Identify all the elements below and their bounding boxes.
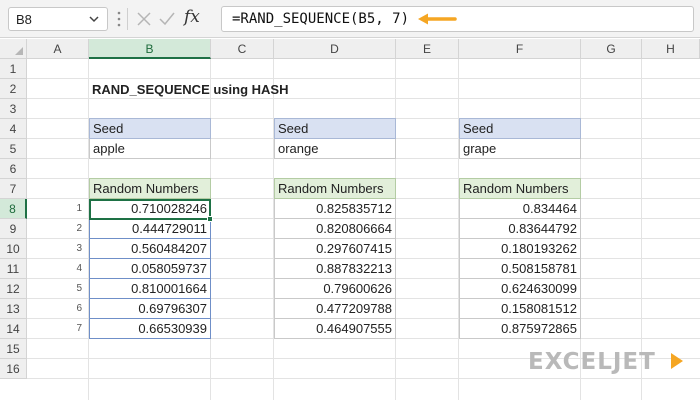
logo-text: EXCELJET [528,349,656,375]
row-header-9[interactable]: 9 [0,219,27,239]
row-header-16[interactable]: 16 [0,359,27,379]
random-number-cell[interactable]: 0.810001664 [89,279,211,299]
select-all-triangle-icon [15,47,23,55]
column-header-d[interactable]: D [274,39,396,59]
random-number-cell[interactable]: 0.83644792 [459,219,581,239]
random-number-cell[interactable]: 0.297607415 [274,239,396,259]
sheet-title[interactable]: RAND_SEQUENCE using HASH [92,80,288,100]
random-number-cell[interactable]: 0.887832213 [274,259,396,279]
seed-value-cell[interactable]: apple [89,139,211,159]
row-header-15[interactable]: 15 [0,339,27,359]
sequence-index-label: 1 [76,203,82,214]
row-header-7[interactable]: 7 [0,179,27,199]
more-options-icon[interactable] [117,10,121,28]
insert-function-button[interactable]: fx [184,7,210,29]
row-header-11[interactable]: 11 [0,259,27,279]
random-number-cell[interactable]: 0.477209788 [274,299,396,319]
exceljet-logo: EXCELJET [528,347,688,377]
formula-bar-divider [127,8,128,30]
seed-value-cell[interactable]: grape [459,139,581,159]
random-number-cell[interactable]: 0.834464 [459,199,581,219]
random-number-cell[interactable]: 0.820806664 [274,219,396,239]
random-number-cell[interactable]: 0.69796307 [89,299,211,319]
row-header-8[interactable]: 8 [0,199,27,219]
sequence-index-label: 7 [76,323,82,334]
row-header-13[interactable]: 13 [0,299,27,319]
row-header-6[interactable]: 6 [0,159,27,179]
sequence-index-label: 6 [76,303,82,314]
column-header-e[interactable]: E [396,39,459,59]
random-numbers-header-cell[interactable]: Random Numbers [459,178,581,199]
sequence-index-label: 5 [76,283,82,294]
random-number-cell[interactable]: 0.710028246 [89,199,211,219]
sequence-index-label: 4 [76,263,82,274]
random-number-cell[interactable]: 0.464907555 [274,319,396,339]
random-number-cell[interactable]: 0.560484207 [89,239,211,259]
row-header-10[interactable]: 10 [0,239,27,259]
random-number-cell[interactable]: 0.158081512 [459,299,581,319]
gridline-horizontal [27,378,700,379]
seed-header-cell[interactable]: Seed [274,118,396,139]
row-header-4[interactable]: 4 [0,119,27,139]
sequence-index-label: 2 [76,223,82,234]
row-header-2[interactable]: 2 [0,79,27,99]
column-header-h[interactable]: H [642,39,700,59]
seed-header-cell[interactable]: Seed [459,118,581,139]
column-header-c[interactable]: C [211,39,274,59]
gridline-horizontal [27,78,700,79]
random-number-cell[interactable]: 0.79600626 [274,279,396,299]
random-number-cell[interactable]: 0.508158781 [459,259,581,279]
random-numbers-header-cell[interactable]: Random Numbers [274,178,396,199]
random-number-cell[interactable]: 0.444729011 [89,219,211,239]
random-number-cell[interactable]: 0.825835712 [274,199,396,219]
random-numbers-header-cell[interactable]: Random Numbers [89,178,211,199]
column-header-f[interactable]: F [459,39,581,59]
cancel-icon[interactable] [136,11,152,27]
seed-value-cell[interactable]: orange [274,139,396,159]
row-header-12[interactable]: 12 [0,279,27,299]
random-number-cell[interactable]: 0.624630099 [459,279,581,299]
random-number-cell[interactable]: 0.058059737 [89,259,211,279]
chevron-down-icon[interactable] [87,12,101,26]
random-number-cell[interactable]: 0.66530939 [89,319,211,339]
arrow-left-icon [418,13,457,25]
formula-input[interactable]: =RAND_SEQUENCE(B5, 7) [221,6,694,32]
formula-bar: B8 fx =RAND_SEQUENCE(B5, 7) [0,0,700,38]
row-header-1[interactable]: 1 [0,59,27,79]
name-box-value: B8 [16,12,32,27]
logo-mark-icon [671,353,683,369]
row-header-3[interactable]: 3 [0,99,27,119]
seed-header-cell[interactable]: Seed [89,118,211,139]
row-header-5[interactable]: 5 [0,139,27,159]
random-number-cell[interactable]: 0.180193262 [459,239,581,259]
row-header-14[interactable]: 14 [0,319,27,339]
name-box[interactable]: B8 [8,7,108,31]
column-header-a[interactable]: A [27,39,89,59]
column-header-g[interactable]: G [581,39,642,59]
random-number-cell[interactable]: 0.875972865 [459,319,581,339]
enter-check-icon[interactable] [158,11,176,27]
select-all-corner[interactable] [0,39,27,59]
column-header-b[interactable]: B [89,39,211,59]
sequence-index-label: 3 [76,243,82,254]
formula-text: =RAND_SEQUENCE(B5, 7) [232,11,410,27]
